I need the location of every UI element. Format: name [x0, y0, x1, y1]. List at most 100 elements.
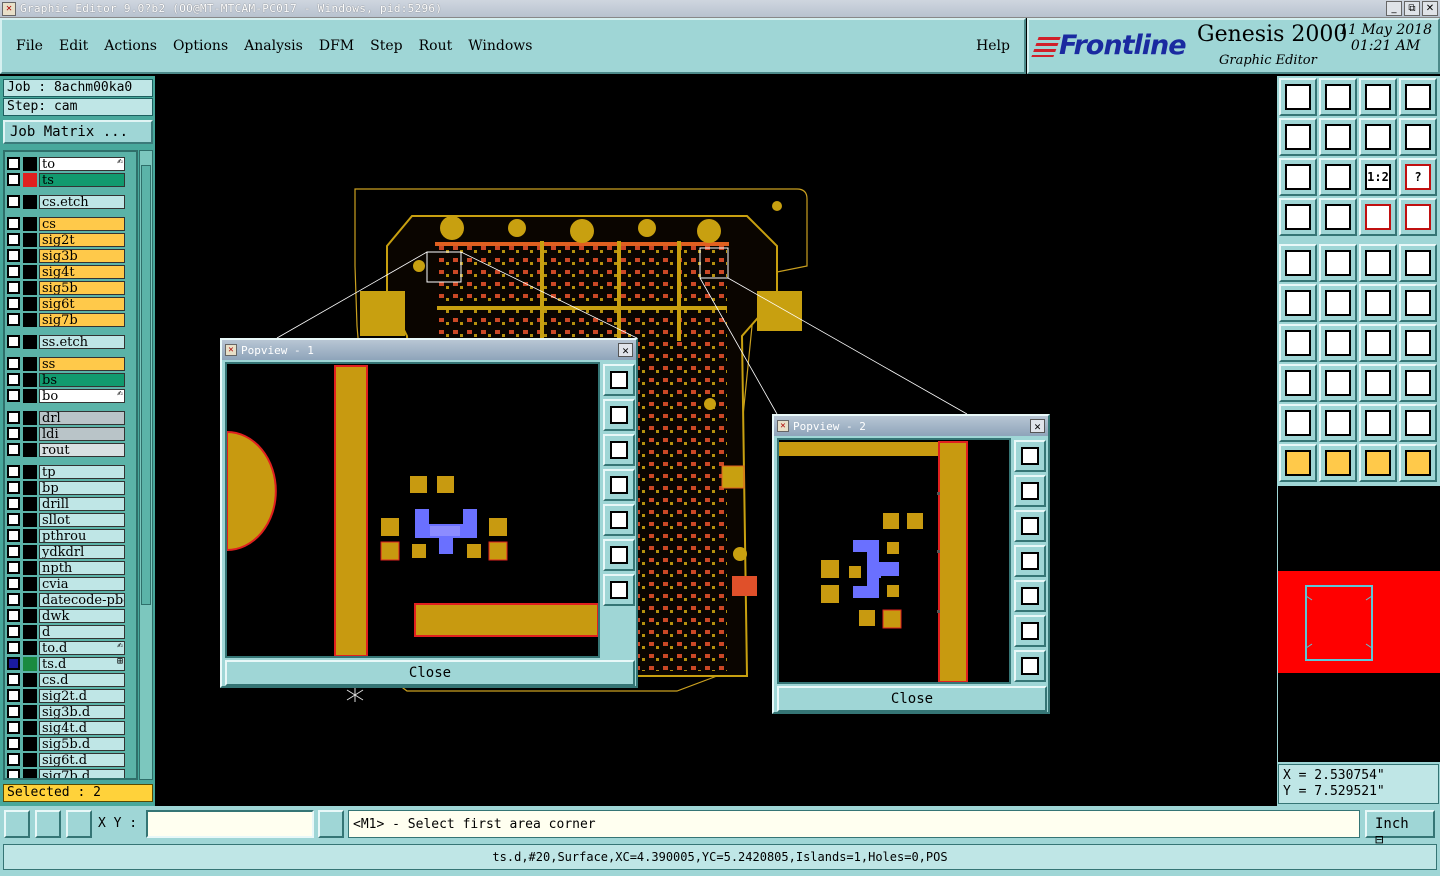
layer-checkbox[interactable]	[7, 411, 20, 424]
layer-checkbox[interactable]	[7, 769, 20, 778]
pv1-pan-down-icon[interactable]	[603, 434, 635, 466]
overview-minimap[interactable]	[1278, 486, 1440, 762]
layers-toggle-button[interactable]	[1359, 198, 1397, 236]
layer-color-swatch[interactable]	[23, 372, 37, 387]
layer-checkbox[interactable]	[7, 721, 20, 734]
layer-row-sig5b[interactable]: sig5b	[7, 280, 125, 295]
layer-color-swatch[interactable]	[23, 296, 37, 311]
pv2-zoom-home-icon[interactable]	[1014, 440, 1046, 472]
layer-row-sllot[interactable]: sllot	[7, 512, 125, 527]
layer-color-swatch[interactable]	[23, 720, 37, 735]
layer-row-sig4t-d[interactable]: sig4t.d	[7, 720, 125, 735]
layer-color-swatch[interactable]	[23, 752, 37, 767]
layer-row-cs-d[interactable]: cs.d	[7, 672, 125, 687]
layer-checkbox[interactable]	[7, 313, 20, 326]
layer-color-swatch[interactable]	[23, 624, 37, 639]
layer-color-swatch[interactable]	[23, 560, 37, 575]
layer-checkbox[interactable]	[7, 217, 20, 230]
layer-checkbox[interactable]	[7, 249, 20, 262]
layer-checkbox[interactable]	[7, 593, 20, 606]
layer-row-cs[interactable]: cs	[7, 216, 125, 231]
popview-1-close-button[interactable]: Close	[225, 660, 635, 686]
layer-color-swatch[interactable]	[23, 248, 37, 263]
step-back-button[interactable]	[1359, 118, 1397, 156]
layer-checkbox[interactable]	[7, 625, 20, 638]
layer-color-swatch[interactable]	[23, 156, 37, 171]
xy-input[interactable]	[146, 810, 314, 838]
step-right-button[interactable]	[1319, 118, 1357, 156]
layer-row-sig2t-d[interactable]: sig2t.d	[7, 688, 125, 703]
help-button[interactable]: ?	[1399, 158, 1437, 196]
add-pad-button[interactable]	[1279, 244, 1317, 282]
layer-color-swatch[interactable]	[23, 464, 37, 479]
layer-checkbox[interactable]	[7, 281, 20, 294]
layer-row-ldi[interactable]: ldi	[7, 426, 125, 441]
angle-button[interactable]	[1279, 324, 1317, 362]
layer-row-tp[interactable]: tp	[7, 464, 125, 479]
arc-2-button[interactable]	[1399, 284, 1437, 322]
layer-color-swatch[interactable]	[23, 216, 37, 231]
layer-row-sig7b-d[interactable]: sig7b.d	[7, 768, 125, 778]
layer-row-cvia[interactable]: cvia	[7, 576, 125, 591]
layer-row-ss[interactable]: ss	[7, 356, 125, 371]
grid-snap-icon[interactable]	[66, 810, 92, 838]
layer-checkbox[interactable]	[7, 443, 20, 456]
layer-checkbox[interactable]	[7, 173, 20, 186]
menu-analysis[interactable]: Analysis	[244, 38, 303, 54]
parallel-button[interactable]	[1399, 324, 1437, 362]
unit-selector[interactable]: Inch ⊟	[1365, 810, 1435, 848]
layer-checkbox[interactable]	[7, 335, 20, 348]
triangle-3-button[interactable]	[1359, 404, 1397, 442]
layer-color-swatch[interactable]	[23, 544, 37, 559]
layer-color-swatch[interactable]	[23, 672, 37, 687]
popview-2-view[interactable]	[777, 438, 1011, 684]
fit-vertical-button[interactable]	[1279, 158, 1317, 196]
menu-dfm[interactable]: DFM	[319, 38, 354, 54]
angle-snap-icon[interactable]	[35, 810, 61, 838]
pv1-zoom-out-icon[interactable]	[603, 574, 635, 606]
menu-rout[interactable]: Rout	[419, 38, 453, 54]
pv1-pan-right-icon[interactable]	[603, 504, 635, 536]
minimize-button[interactable]: _	[1386, 1, 1402, 16]
layer-scrollbar[interactable]	[139, 150, 153, 780]
layer-row-drl[interactable]: drl	[7, 410, 125, 425]
layer-color-swatch[interactable]	[23, 264, 37, 279]
menu-file[interactable]: File	[16, 38, 43, 54]
layer-color-swatch[interactable]	[23, 656, 37, 671]
layer-checkbox[interactable]	[7, 233, 20, 246]
popview-2-close-x[interactable]: ✕	[1030, 419, 1045, 433]
layer-row-ts[interactable]: ts	[7, 172, 125, 187]
layer-checkbox[interactable]	[7, 609, 20, 622]
popview-1-close-x[interactable]: ✕	[618, 343, 633, 357]
pv2-zoom-out-icon[interactable]	[1014, 650, 1046, 682]
fit-all-button[interactable]	[1319, 158, 1357, 196]
layer-color-swatch[interactable]	[23, 388, 37, 403]
move-down-button[interactable]	[1319, 78, 1357, 116]
layer-checkbox[interactable]	[7, 753, 20, 766]
layer-color-swatch[interactable]	[23, 410, 37, 425]
layer-color-swatch[interactable]	[23, 280, 37, 295]
layer-row-sig2t[interactable]: sig2t	[7, 232, 125, 247]
layer-row-ss-etch[interactable]: ss.etch	[7, 334, 125, 349]
layer-color-swatch[interactable]	[23, 334, 37, 349]
layer-color-swatch[interactable]	[23, 312, 37, 327]
layer-checkbox[interactable]	[7, 529, 20, 542]
layer-row-pthrou[interactable]: pthrou	[7, 528, 125, 543]
menu-actions[interactable]: Actions	[104, 38, 157, 54]
triangle-2-button[interactable]	[1319, 404, 1357, 442]
layer-checkbox[interactable]	[7, 373, 20, 386]
menu-options[interactable]: Options	[173, 38, 228, 54]
layer-checkbox[interactable]	[7, 657, 20, 670]
layer-color-swatch[interactable]	[23, 512, 37, 527]
maximize-button[interactable]: ⧉	[1404, 1, 1420, 16]
layer-row-sig6t-d[interactable]: sig6t.d	[7, 752, 125, 767]
layer-row-bs[interactable]: bs	[7, 372, 125, 387]
layer-row-ydkdrl[interactable]: ydkdrl	[7, 544, 125, 559]
layer-row-sig3b-d[interactable]: sig3b.d	[7, 704, 125, 719]
layer-color-swatch[interactable]	[23, 704, 37, 719]
layer-color-swatch[interactable]	[23, 768, 37, 778]
layer-row-sig4t[interactable]: sig4t	[7, 264, 125, 279]
layer-checkbox[interactable]	[7, 357, 20, 370]
layer-checkbox[interactable]	[7, 195, 20, 208]
layer-checkbox[interactable]	[7, 427, 20, 440]
